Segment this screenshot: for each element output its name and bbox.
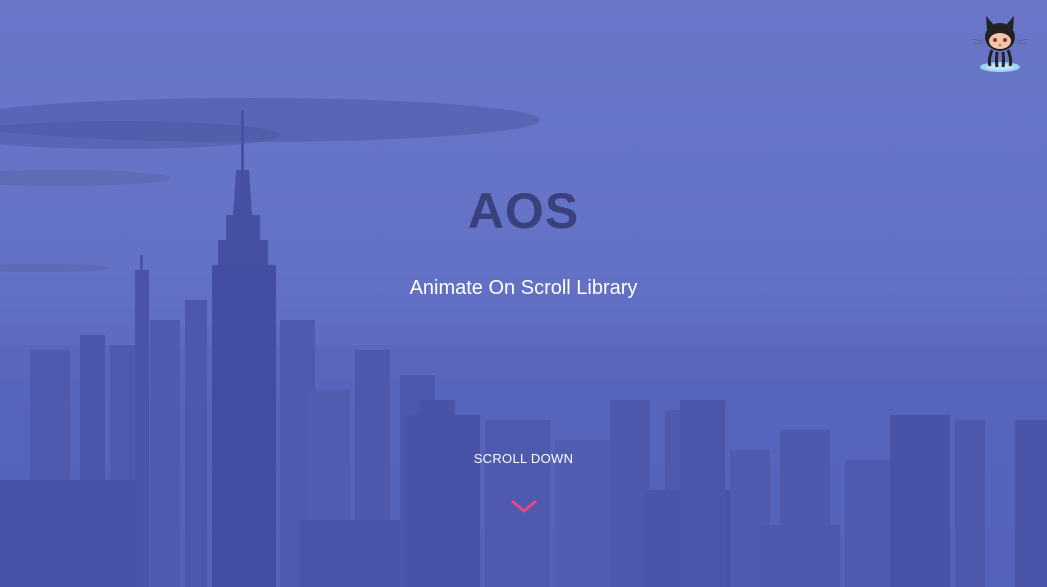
scroll-down-link[interactable]: SCROLL DOWN xyxy=(0,451,1047,466)
page-title: AOS xyxy=(467,183,580,239)
hero-section: AOS Animate On Scroll Library SCROLL DOW… xyxy=(0,0,1047,587)
github-octocat-link[interactable] xyxy=(968,10,1032,74)
github-octocat-icon xyxy=(971,16,1029,72)
chevron-down-icon[interactable] xyxy=(509,496,539,516)
page-subtitle: Animate On Scroll Library xyxy=(409,277,638,299)
